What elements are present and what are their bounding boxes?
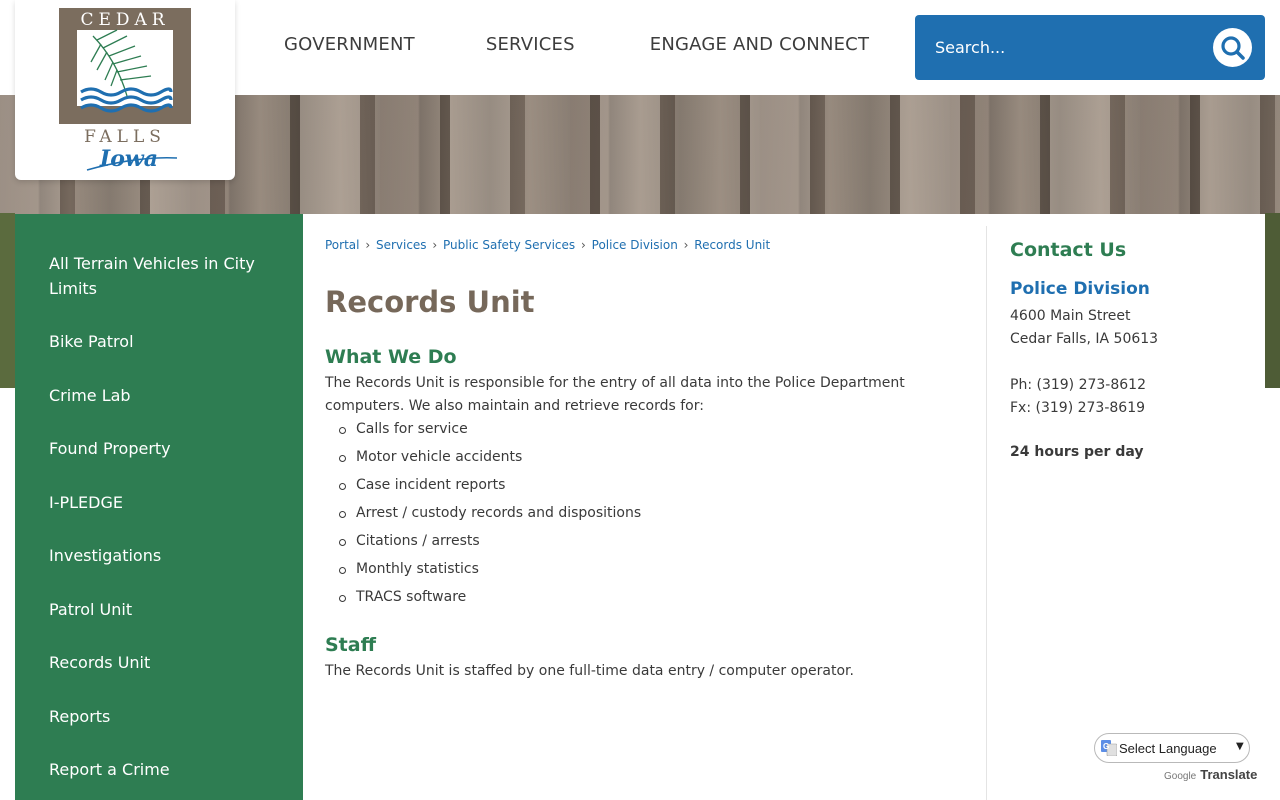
section-heading-what-we-do: What We Do (325, 346, 457, 368)
logo-top-text: CEDAR (80, 10, 169, 30)
list-item: TRACS software (338, 586, 641, 614)
breadcrumb-services[interactable]: Services (376, 238, 427, 252)
language-select-label: Select Language (1119, 741, 1217, 756)
google-label: Google (1164, 771, 1197, 782)
sidebar-item-investigations[interactable]: Investigations (49, 543, 279, 568)
logo-bottom-text: FALLS (84, 127, 166, 147)
sidebar-item-found-property[interactable]: Found Property (49, 436, 279, 461)
translate-label: Translate (1200, 767, 1258, 782)
sidebar-item-reports[interactable]: Reports (49, 704, 279, 729)
sidebar-item-crime-lab[interactable]: Crime Lab (49, 383, 279, 408)
breadcrumb-separator: › (581, 238, 586, 252)
section-heading-staff: Staff (325, 634, 376, 656)
breadcrumb-police-division[interactable]: Police Division (592, 238, 678, 252)
records-list: Calls for service Motor vehicle accident… (338, 418, 641, 614)
breadcrumb-separator: › (683, 238, 689, 252)
contact-fax: Fx: (319) 273-8619 (1010, 400, 1146, 416)
section-what-we-do-text: The Records Unit is responsible for the … (325, 375, 905, 414)
sidebar-item-bike-patrol[interactable]: Bike Patrol (49, 329, 279, 354)
breadcrumb-records-unit[interactable]: Records Unit (694, 238, 770, 252)
google-translate-icon: G (1101, 740, 1117, 756)
search-input[interactable] (915, 15, 1205, 80)
chevron-down-icon: ▼ (1236, 741, 1244, 752)
section-staff-text: The Records Unit is staffed by one full-… (325, 663, 854, 679)
page-title: Records Unit (325, 285, 535, 319)
breadcrumb-separator: › (432, 238, 438, 252)
list-item: Case incident reports (338, 474, 641, 502)
breadcrumb-public-safety-services[interactable]: Public Safety Services (443, 238, 575, 252)
search-bar (915, 15, 1265, 80)
main-nav: GOVERNMENT SERVICES ENGAGE AND CONNECT (284, 33, 869, 57)
sidebar-nav: All Terrain Vehicles in City Limits Bike… (15, 214, 303, 800)
nav-government[interactable]: GOVERNMENT (284, 33, 415, 57)
search-button[interactable] (1213, 28, 1252, 67)
nav-services[interactable]: SERVICES (486, 33, 575, 57)
site-logo[interactable]: CEDAR FALLS Iowa (15, 0, 235, 180)
sidebar-item-i-pledge[interactable]: I-PLEDGE (49, 490, 279, 515)
cedar-falls-logo-icon: CEDAR FALLS Iowa (59, 8, 191, 172)
contact-address-line1: 4600 Main Street (1010, 308, 1131, 324)
breadcrumb-portal[interactable]: Portal (325, 238, 359, 252)
breadcrumb: Portal › Services › Public Safety Servic… (325, 238, 770, 252)
breadcrumb-separator: › (365, 238, 371, 252)
sidebar-item-all-terrain-vehicles[interactable]: All Terrain Vehicles in City Limits (49, 251, 279, 301)
list-item: Arrest / custody records and disposition… (338, 502, 641, 530)
search-icon (1221, 36, 1245, 60)
contact-phone: Ph: (319) 273-8612 (1010, 377, 1146, 393)
powered-by-google-translate[interactable]: Google Translate (1164, 767, 1257, 782)
list-item: Motor vehicle accidents (338, 446, 641, 474)
contact-address-line2: Cedar Falls, IA 50613 (1010, 331, 1159, 347)
sidebar-item-records-unit[interactable]: Records Unit (49, 650, 279, 675)
svg-text:G: G (1103, 742, 1109, 751)
list-item: Monthly statistics (338, 558, 641, 586)
sidebar-item-report-a-crime[interactable]: Report a Crime (49, 757, 279, 782)
sidebar-item-patrol-unit[interactable]: Patrol Unit (49, 597, 279, 622)
contact-org-link[interactable]: Police Division (1010, 279, 1150, 299)
contact-us-heading: Contact Us (1010, 239, 1127, 261)
content-divider (986, 226, 987, 800)
nav-engage-and-connect[interactable]: ENGAGE AND CONNECT (650, 33, 869, 57)
list-item: Citations / arrests (338, 530, 641, 558)
list-item: Calls for service (338, 418, 641, 446)
contact-hours: 24 hours per day (1010, 444, 1144, 460)
language-select[interactable]: G Select Language ▼ (1094, 733, 1250, 763)
